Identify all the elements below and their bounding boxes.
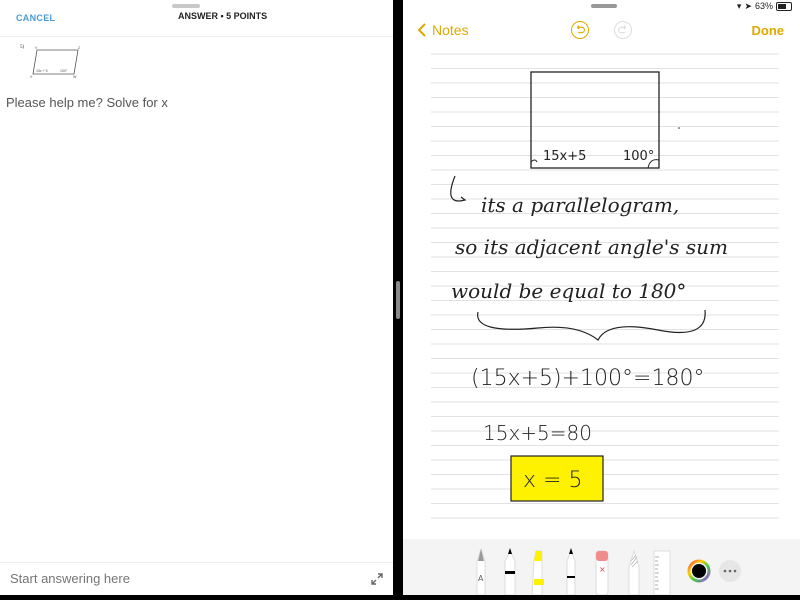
battery-percent: 63% [754, 1, 773, 11]
equation-step: (15x+5)+100°=180° [471, 366, 704, 391]
question-text: Please help me? Solve for x [6, 95, 168, 110]
notes-panel: 15x+5 100° its a parallelogram, so its a… [403, 0, 800, 596]
angle-label: 15x + 5 [36, 69, 48, 73]
handwritten-angle: 15x+5 [543, 149, 586, 164]
equation-step: 15x+5=80 [483, 421, 592, 445]
angle-arc [530, 159, 538, 163]
more-options-button[interactable] [719, 560, 741, 582]
vertex-label: V [35, 46, 38, 50]
vertex-label: Z [78, 46, 81, 50]
ruler-tool[interactable] [653, 550, 671, 596]
answer-header: CANCEL ANSWER • 5 POINTS [0, 0, 393, 37]
battery-fill [778, 3, 786, 9]
handwritten-line: so its adjacent angle's sum [455, 235, 728, 259]
back-button[interactable]: Notes [417, 22, 469, 38]
angle-label: 100° [60, 69, 68, 73]
done-button[interactable]: Done [752, 23, 785, 38]
answer-bar [0, 562, 393, 596]
page-title: ANSWER • 5 POINTS [178, 11, 268, 21]
back-label: Notes [432, 22, 469, 38]
vertex-label: X [30, 75, 33, 79]
handwritten-line: its a parallelogram, [481, 193, 679, 217]
location-icon: ➤ [744, 0, 752, 11]
fineliner-tool[interactable] [566, 548, 576, 596]
svg-text:×: × [599, 565, 606, 574]
color-picker-button[interactable] [687, 559, 711, 583]
marker-tool[interactable] [504, 548, 516, 596]
note-canvas[interactable]: 15x+5 100° its a parallelogram, so its a… [403, 0, 800, 535]
highlighter-tool[interactable] [531, 550, 544, 596]
undo-icon [576, 25, 585, 34]
question-panel: CANCEL ANSWER • 5 POINTS 5) V Z X W 15x … [0, 0, 393, 595]
final-answer: x = 5 [523, 468, 582, 493]
handwritten-line: would be equal to 180° [451, 279, 686, 303]
redo-icon [618, 25, 627, 34]
pencil-tool[interactable] [628, 549, 640, 596]
split-view-divider[interactable] [396, 281, 400, 319]
status-bar: ▾ ➤ 63% [737, 0, 792, 12]
arrow-mark [450, 175, 467, 202]
svg-text:A: A [478, 574, 484, 583]
cancel-button[interactable]: CANCEL [16, 13, 55, 23]
handwritten-angle: 100° [623, 149, 654, 164]
battery-icon [776, 1, 792, 11]
question-diagram-image: 5) V Z X W 15x + 5 100° [20, 45, 81, 79]
redo-button[interactable] [614, 21, 632, 39]
expand-icon[interactable] [370, 572, 384, 586]
chevron-left-icon [417, 23, 426, 37]
answer-input[interactable] [10, 571, 340, 586]
question-number: 5) [20, 45, 25, 50]
pen-tool[interactable]: A [476, 547, 486, 596]
markup-toolbar: A × [403, 539, 800, 596]
drag-handle[interactable] [591, 4, 617, 8]
eraser-tool[interactable]: × [595, 550, 609, 596]
vertex-label: W [73, 75, 77, 79]
wifi-icon: ▾ [736, 0, 742, 11]
ink-dot [678, 127, 680, 129]
undo-button[interactable] [571, 21, 589, 39]
